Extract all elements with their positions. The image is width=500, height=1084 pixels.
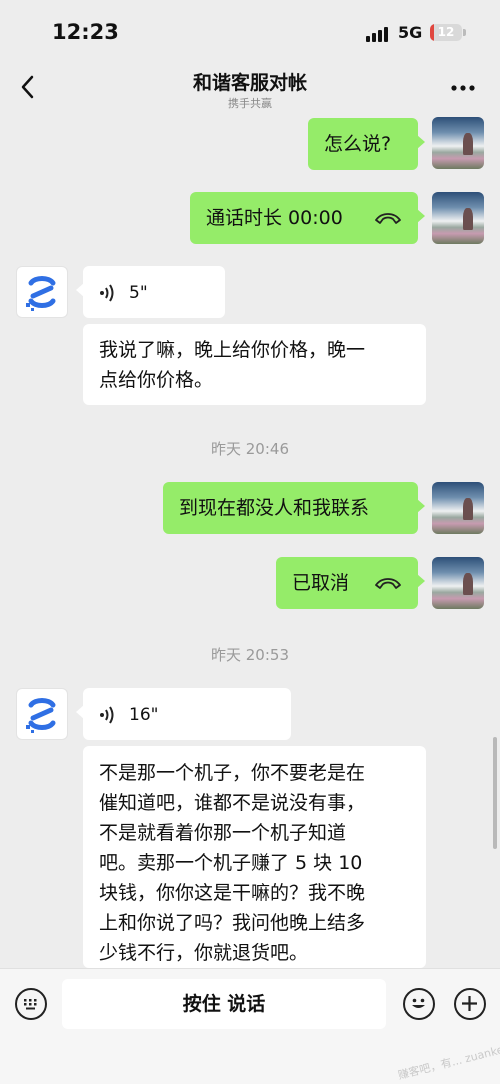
message-text-line: 少钱不行，你就退货吧。 <box>99 942 309 964</box>
call-record-bubble[interactable]: 通话时长 00:00 <box>190 192 425 244</box>
plus-icon <box>462 996 477 1011</box>
my-avatar[interactable] <box>432 192 484 244</box>
message-text-line: 催知道吧，谁都不是说没有事， <box>99 792 366 814</box>
keyboard-toggle-button[interactable] <box>15 988 47 1020</box>
more-actions-button[interactable] <box>454 988 486 1020</box>
voice-message-bubble[interactable]: 5" <box>76 266 225 318</box>
message-text-line: 不是那一个机子，你不要老是在 <box>99 762 366 784</box>
voice-wave-icon <box>100 283 114 302</box>
contact-avatar[interactable] <box>16 266 68 318</box>
voice-duration: 5" <box>129 282 148 303</box>
logo-icon <box>26 698 56 733</box>
message-text: 怎么说? <box>324 133 392 155</box>
message-text-line: 点给你价格。 <box>99 369 214 391</box>
scrollbar[interactable] <box>493 737 497 849</box>
status-time: 12:23 <box>52 20 119 44</box>
hold-to-talk-button[interactable]: 按住 说话 <box>62 979 386 1029</box>
call-record-bubble[interactable]: 已取消 <box>276 557 425 609</box>
contact-avatar[interactable] <box>16 688 68 740</box>
message-text-line: 我说了嘛，晚上给你价格，晚一 <box>99 339 366 361</box>
message-text-line: 不是就看着你那一个机子知道 <box>99 822 347 844</box>
phone-hangup-icon <box>375 213 401 224</box>
timestamp: 昨天 20:53 <box>211 646 289 664</box>
battery-icon: 12 <box>430 24 462 41</box>
my-avatar[interactable] <box>432 482 484 534</box>
call-duration-text: 通话时长 00:00 <box>206 207 343 229</box>
my-avatar[interactable] <box>432 117 484 169</box>
keyboard-icon <box>24 999 37 1010</box>
logo-icon <box>26 276 56 311</box>
contact-message-bubble[interactable]: 不是那一个机子，你不要老是在 催知道吧，谁都不是说没有事， 不是就看着你那一个机… <box>83 746 426 968</box>
chat-header: 和谐客服对帐 携手共赢 <box>0 62 500 117</box>
message-text: 到现在都没人和我联系 <box>179 497 370 519</box>
voice-wave-icon <box>100 705 114 724</box>
call-status-text: 已取消 <box>292 572 350 594</box>
voice-message-bubble[interactable]: 16" <box>76 688 291 740</box>
chat-title: 和谐客服对帐 <box>192 72 307 94</box>
battery-level: 12 <box>437 25 455 39</box>
more-options-button[interactable] <box>448 76 478 96</box>
message-text-line: 上和你说了吗？我问他晚上结多 <box>99 912 366 934</box>
my-message-bubble[interactable]: 怎么说? <box>308 118 425 170</box>
my-avatar[interactable] <box>432 557 484 609</box>
message-text-line: 块钱，你你这是干嘛的？我不晚 <box>99 882 366 904</box>
phone-hangup-icon <box>375 578 401 589</box>
cellular-signal-icon <box>366 27 388 42</box>
smiley-icon <box>412 998 425 1008</box>
battery-cap <box>463 29 466 36</box>
voice-duration: 16" <box>129 704 159 725</box>
contact-message-bubble[interactable]: 我说了嘛，晚上给你价格，晚一 点给你价格。 <box>83 324 426 405</box>
chat-subtitle: 携手共赢 <box>228 97 272 110</box>
my-message-bubble[interactable]: 到现在都没人和我联系 <box>163 482 425 534</box>
timestamp: 昨天 20:46 <box>211 440 289 458</box>
network-type: 5G <box>398 23 423 42</box>
emoji-button[interactable] <box>403 988 435 1020</box>
more-icon <box>451 85 475 91</box>
status-bar: 12:23 5G 12 <box>0 0 500 62</box>
message-text-line: 吧。卖那一个机子赚了 5 块 10 <box>99 852 363 874</box>
